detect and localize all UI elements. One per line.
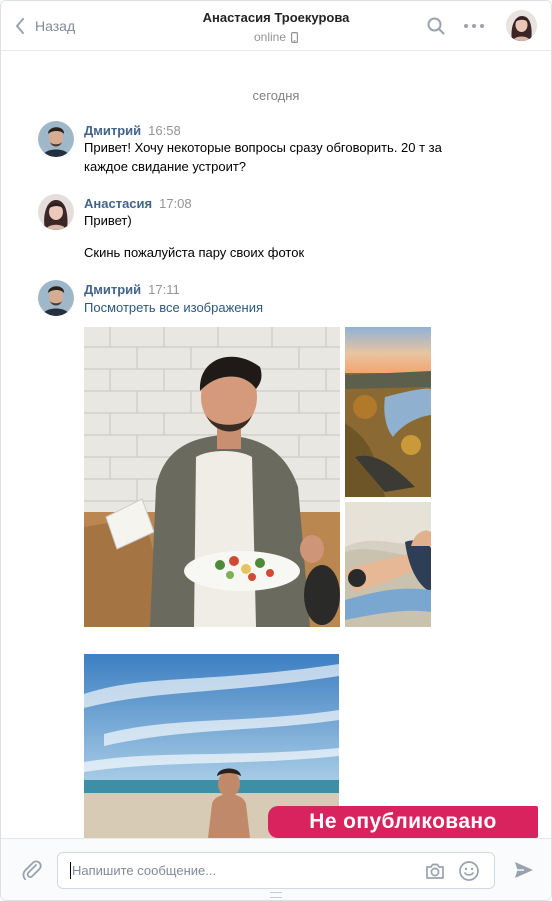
date-divider: сегодня xyxy=(252,88,300,103)
author-name[interactable]: Анастасия xyxy=(84,196,152,211)
message-list: сегодня Дмитрий 16:58 Привет! Хочу некото… xyxy=(1,51,551,838)
back-label: Назад xyxy=(35,18,76,34)
author-name[interactable]: Дмитрий xyxy=(84,282,141,297)
status-text: online xyxy=(253,30,287,44)
photo-legs-on-hill[interactable] xyxy=(345,502,431,627)
more-icon xyxy=(464,24,484,28)
not-published-badge: Не опубликовано xyxy=(268,806,538,838)
view-all-images-link[interactable]: Посмотреть все изображения xyxy=(84,300,263,315)
contact-avatar[interactable] xyxy=(506,10,537,41)
avatar[interactable] xyxy=(38,280,74,316)
attach-button[interactable] xyxy=(20,858,44,882)
author-name[interactable]: Дмитрий xyxy=(84,123,141,138)
message-text: Скинь пожалуйста пару своих фоток xyxy=(84,245,305,260)
message-time[interactable]: 16:58 xyxy=(148,123,181,138)
text-caret xyxy=(70,862,71,879)
message-header: Дмитрий 17:11 xyxy=(84,282,180,298)
message-header: Анастасия 17:08 xyxy=(84,196,192,212)
send-button[interactable] xyxy=(513,859,535,881)
search-icon xyxy=(427,17,445,35)
contact-name: Анастасия Троекурова xyxy=(202,10,350,25)
chat-window: Назад Анастасия Троекурова online сегодн… xyxy=(0,0,552,901)
message-text: Привет! Хочу некоторые вопросы сразу обг… xyxy=(84,140,442,174)
message-time[interactable]: 17:08 xyxy=(159,196,192,211)
message-time[interactable]: 17:11 xyxy=(148,282,180,297)
camera-button[interactable] xyxy=(424,860,446,882)
contact-status: online xyxy=(151,29,401,45)
paperclip-icon xyxy=(22,860,42,881)
emoji-button[interactable] xyxy=(458,860,480,882)
photo-man-with-salad[interactable] xyxy=(84,327,340,627)
message-header: Дмитрий 16:58 xyxy=(84,123,181,139)
avatar[interactable] xyxy=(38,121,74,157)
chat-header: Назад Анастасия Троекурова online xyxy=(1,1,551,51)
send-icon xyxy=(515,862,533,878)
resize-handle[interactable] xyxy=(270,892,282,898)
search-button[interactable] xyxy=(425,15,447,37)
message-input[interactable]: Напишите сообщение... xyxy=(57,852,495,889)
avatar[interactable] xyxy=(38,194,74,230)
message-text: Привет) xyxy=(84,213,132,228)
contact-info[interactable]: Анастасия Троекурова online xyxy=(151,10,401,45)
composer: Напишите сообщение... xyxy=(1,838,551,900)
message-placeholder: Напишите сообщение... xyxy=(72,863,217,878)
smile-icon xyxy=(459,861,479,881)
photo-river-sunset[interactable] xyxy=(345,327,431,497)
phone-icon xyxy=(291,31,299,43)
chevron-left-icon xyxy=(16,18,24,34)
back-button[interactable]: Назад xyxy=(15,15,75,37)
more-button[interactable] xyxy=(463,15,485,37)
camera-icon xyxy=(426,863,444,879)
